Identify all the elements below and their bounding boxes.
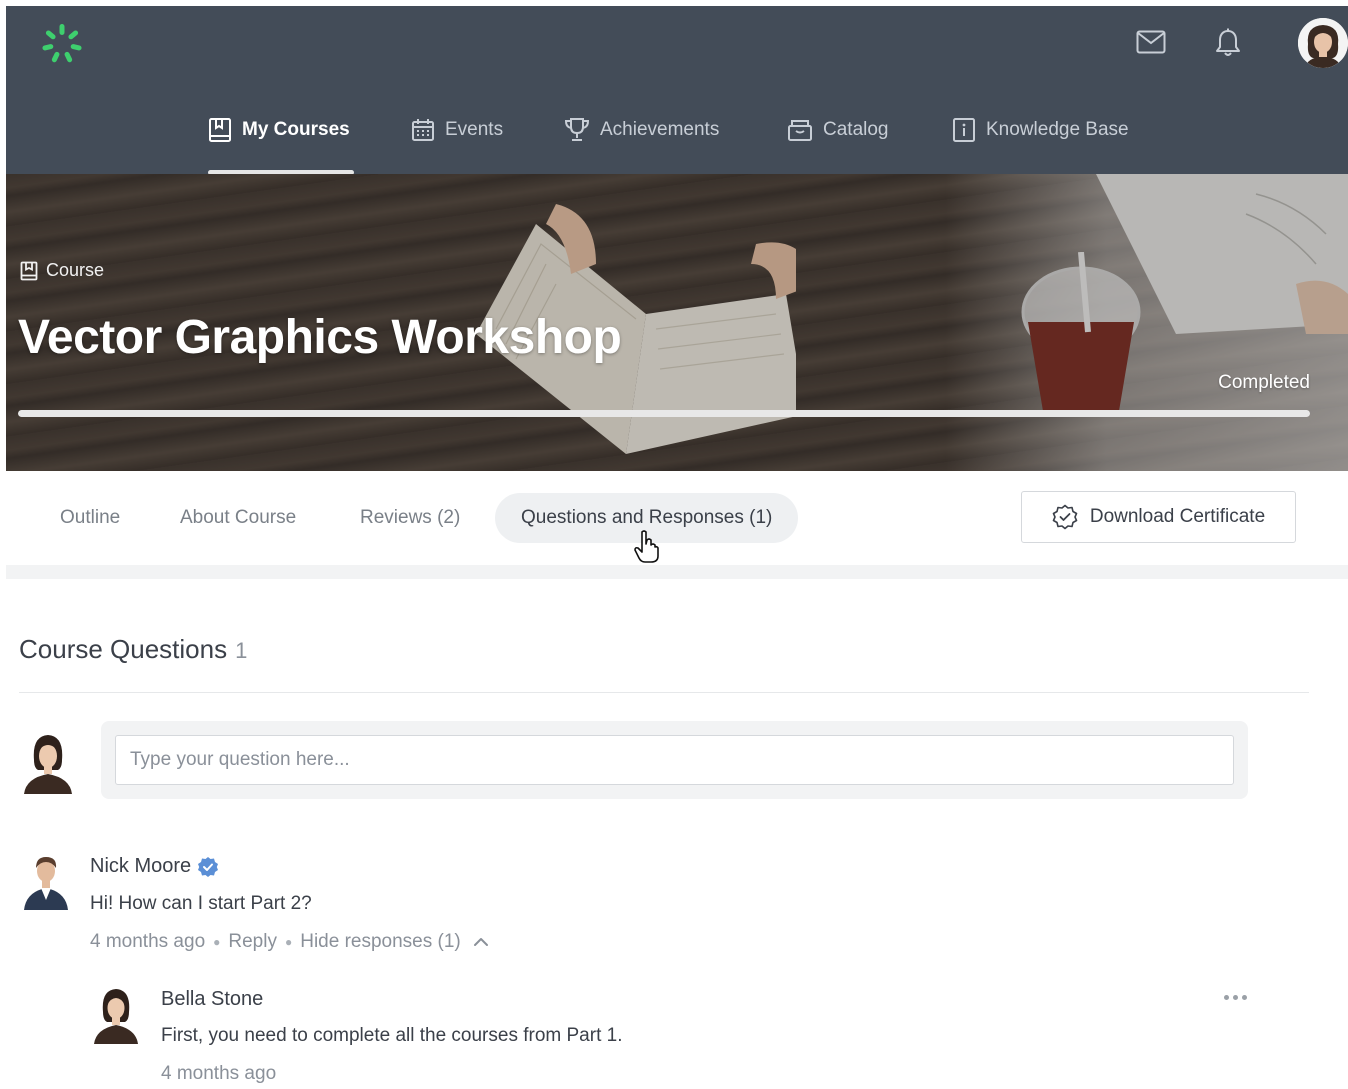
mail-icon[interactable]: [1136, 30, 1166, 54]
question-author: Nick Moore: [90, 855, 219, 878]
certificate-badge-icon: [1052, 504, 1078, 530]
calendar-icon: [412, 119, 434, 141]
question-input[interactable]: [115, 735, 1234, 785]
course-questions-count: 1: [235, 638, 248, 663]
response-author-name: Bella Stone: [161, 988, 264, 1010]
archive-box-icon: [788, 120, 812, 141]
course-questions-title: Course Questions: [19, 634, 228, 664]
app-frame: My Courses Events Achievements Catalog K…: [6, 6, 1348, 1089]
nav-label: Catalog: [823, 119, 889, 140]
ask-question-panel: [101, 721, 1248, 799]
logo-icon[interactable]: [40, 22, 84, 66]
nav-label: Events: [445, 119, 504, 140]
nav-label: Achievements: [600, 119, 720, 140]
nav-label: My Courses: [242, 119, 350, 140]
book-icon: [209, 118, 231, 142]
response-time: 4 months ago: [161, 1063, 277, 1084]
divider: [19, 692, 1309, 693]
course-progress-fill: [18, 410, 1310, 417]
tab-outline[interactable]: Outline: [34, 493, 146, 543]
book-icon: [20, 261, 38, 280]
meta-separator: ●: [213, 935, 221, 949]
nav-events[interactable]: Events: [411, 110, 503, 150]
user-avatar[interactable]: [1298, 18, 1348, 68]
nav-achievements[interactable]: Achievements: [564, 110, 719, 150]
course-questions-heading: Course Questions 1: [19, 634, 247, 665]
info-book-icon: [953, 118, 975, 142]
course-status: Completed: [1218, 372, 1310, 393]
nav-label: Knowledge Base: [986, 119, 1129, 140]
verified-badge-icon: [198, 856, 219, 877]
course-tabs: Outline About Course Reviews (2) Questio…: [6, 471, 1348, 565]
tab-about-course[interactable]: About Course: [154, 493, 322, 543]
bell-icon[interactable]: [1214, 28, 1242, 58]
more-dot: [1242, 994, 1247, 1000]
course-title: Vector Graphics Workshop: [18, 311, 622, 364]
question-text: Hi! How can I start Part 2?: [90, 893, 312, 914]
current-user-avatar: [24, 732, 72, 794]
section-separator: [6, 565, 1348, 579]
tab-reviews[interactable]: Reviews (2): [334, 493, 486, 543]
response-author: Bella Stone: [161, 988, 263, 1011]
more-options-button[interactable]: [1224, 990, 1250, 1004]
main-nav: My Courses Events Achievements Catalog K…: [6, 110, 1348, 175]
download-certificate-label: Download Certificate: [1089, 506, 1266, 527]
nav-catalog[interactable]: Catalog: [787, 110, 889, 150]
hand-pointer-cursor-icon: [634, 530, 659, 563]
top-header: My Courses Events Achievements Catalog K…: [6, 6, 1348, 175]
more-dot: [1224, 994, 1229, 1000]
course-progress-bar: [18, 410, 1310, 417]
bella-stone-avatar: [94, 986, 138, 1044]
breadcrumb: Course: [20, 260, 104, 281]
question-meta: 4 months ago ● Reply ● Hide responses (1…: [90, 931, 489, 953]
response-meta: 4 months ago: [161, 1063, 276, 1085]
breadcrumb-label: Course: [46, 260, 105, 280]
reply-link[interactable]: Reply: [228, 931, 277, 953]
nick-moore-avatar: [24, 852, 68, 910]
question-author-name: Nick Moore: [90, 855, 192, 877]
nav-my-courses[interactable]: My Courses: [208, 110, 350, 150]
download-certificate-button[interactable]: Download Certificate: [1021, 491, 1296, 543]
meta-separator: ●: [284, 935, 293, 949]
course-hero: Course Vector Graphics Workshop Complete…: [6, 174, 1348, 471]
question-time: 4 months ago: [90, 931, 206, 952]
response-text: First, you need to complete all the cour…: [161, 1025, 623, 1046]
more-dot: [1233, 994, 1238, 1000]
hide-responses-link[interactable]: Hide responses (1): [300, 931, 461, 953]
nav-knowledge-base[interactable]: Knowledge Base: [952, 110, 1129, 150]
trophy-icon: [564, 118, 590, 141]
chevron-up-icon[interactable]: [473, 936, 489, 948]
